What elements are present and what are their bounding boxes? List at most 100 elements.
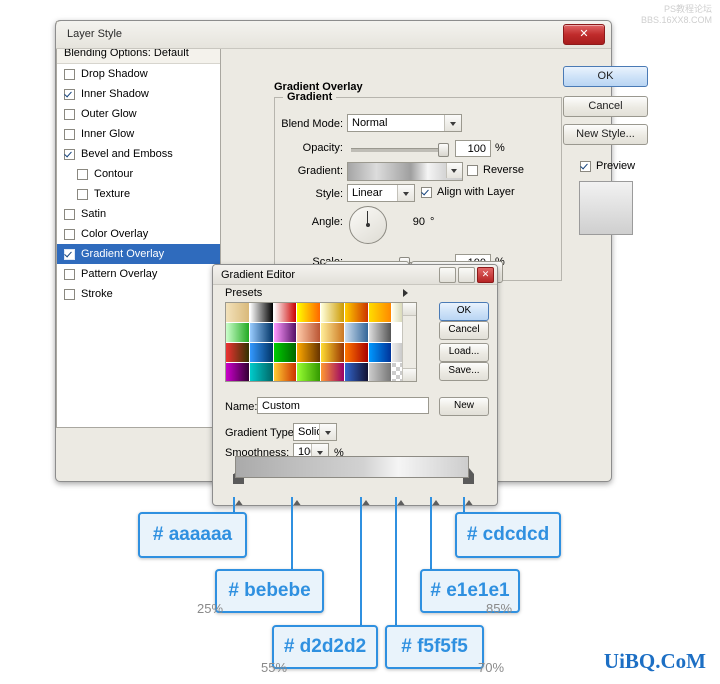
gradient-editor-cancel-button[interactable]: Cancel xyxy=(439,321,489,340)
preset-swatch[interactable] xyxy=(368,303,393,323)
presets-menu-icon[interactable] xyxy=(403,289,408,297)
preset-swatch[interactable] xyxy=(344,363,369,381)
angle-dial[interactable] xyxy=(349,206,387,244)
cancel-button[interactable]: Cancel xyxy=(563,96,648,117)
scroll-down-icon[interactable] xyxy=(403,368,416,381)
preset-swatch[interactable] xyxy=(321,323,345,343)
checkbox-icon[interactable] xyxy=(64,208,75,220)
effect-row-inner-shadow[interactable]: Inner Shadow xyxy=(57,84,220,104)
effect-row-stroke[interactable]: Stroke xyxy=(57,284,220,304)
checkbox-icon[interactable] xyxy=(64,288,75,300)
styles-list[interactable]: Styles Blending Options: Default Drop Sh… xyxy=(56,21,221,428)
ok-button[interactable]: OK xyxy=(563,66,648,87)
preset-swatch[interactable] xyxy=(368,323,393,343)
preset-swatch[interactable] xyxy=(273,363,298,381)
save-button[interactable]: Save... xyxy=(439,362,489,381)
blend-mode-label: Blend Mode: xyxy=(281,118,343,130)
presets-grid[interactable] xyxy=(225,302,417,382)
checkbox-icon[interactable] xyxy=(64,248,75,260)
minimize-icon[interactable] xyxy=(439,267,456,283)
gradient-editor-titlebar[interactable]: Gradient Editor ✕ xyxy=(213,265,497,285)
effect-row-pattern-overlay[interactable]: Pattern Overlay xyxy=(57,264,220,284)
load-button[interactable]: Load... xyxy=(439,343,489,362)
effect-row-satin[interactable]: Satin xyxy=(57,204,220,224)
checkbox-icon[interactable] xyxy=(64,228,75,240)
preset-swatch[interactable] xyxy=(321,303,345,323)
layer-style-titlebar[interactable]: Layer Style ✕ xyxy=(56,21,611,49)
preset-swatch[interactable] xyxy=(273,303,298,323)
preset-swatch[interactable] xyxy=(368,343,393,363)
presets-scrollbar[interactable] xyxy=(402,303,416,381)
preset-swatch[interactable] xyxy=(249,343,274,363)
effect-row-inner-glow[interactable]: Inner Glow xyxy=(57,124,220,144)
checkbox-icon[interactable] xyxy=(64,88,75,100)
preset-swatch[interactable] xyxy=(297,303,321,323)
preset-swatch[interactable] xyxy=(226,343,250,363)
new-style-button[interactable]: New Style... xyxy=(563,124,648,145)
gradient-editor-ok-button[interactable]: OK xyxy=(439,302,489,321)
effect-row-gradient-overlay[interactable]: Gradient Overlay xyxy=(57,244,220,264)
preset-swatch[interactable] xyxy=(344,323,369,343)
preset-swatch[interactable] xyxy=(297,323,321,343)
angle-value[interactable]: 90 xyxy=(395,216,425,228)
preset-swatch[interactable] xyxy=(368,363,393,381)
preset-swatch[interactable] xyxy=(273,343,298,363)
opacity-slider-thumb[interactable] xyxy=(438,143,449,157)
checkbox-icon[interactable] xyxy=(64,128,75,140)
blend-mode-select[interactable]: Normal xyxy=(347,114,462,132)
preset-swatch[interactable] xyxy=(297,363,321,381)
effect-row-texture[interactable]: Texture xyxy=(57,184,220,204)
checkbox-icon[interactable] xyxy=(77,188,88,200)
checkbox-icon[interactable] xyxy=(64,108,75,120)
chevron-down-icon[interactable] xyxy=(446,163,462,178)
new-button[interactable]: New xyxy=(439,397,489,416)
gradient-strip[interactable] xyxy=(235,456,469,478)
effect-row-drop-shadow[interactable]: Drop Shadow xyxy=(57,64,220,84)
align-with-layer-checkbox[interactable]: Align with Layer xyxy=(421,186,515,198)
effect-row-bevel-and-emboss[interactable]: Bevel and Emboss xyxy=(57,144,220,164)
chevron-down-icon[interactable] xyxy=(444,115,461,131)
effect-row-contour[interactable]: Contour xyxy=(57,164,220,184)
close-icon[interactable]: ✕ xyxy=(477,267,494,283)
checkbox-icon[interactable] xyxy=(64,148,75,160)
layer-style-title: Layer Style xyxy=(67,28,123,40)
effect-row-outer-glow[interactable]: Outer Glow xyxy=(57,104,220,124)
checkbox-icon[interactable] xyxy=(64,268,75,280)
preset-swatch[interactable] xyxy=(226,303,250,323)
preset-swatch[interactable] xyxy=(226,323,250,343)
gradient-type-select[interactable]: Solid xyxy=(293,423,337,441)
effect-row-color-overlay[interactable]: Color Overlay xyxy=(57,224,220,244)
opacity-slider-track[interactable] xyxy=(351,148,445,152)
preset-swatch[interactable] xyxy=(344,303,369,323)
preset-swatch[interactable] xyxy=(297,343,321,363)
checkbox-icon[interactable] xyxy=(467,164,478,176)
preview-checkbox[interactable]: Preview xyxy=(580,160,635,172)
effect-label: Stroke xyxy=(81,288,113,300)
gradient-preview-swatch[interactable] xyxy=(347,162,463,181)
preset-swatch[interactable] xyxy=(273,323,298,343)
effect-label: Inner Glow xyxy=(81,128,135,140)
preset-swatch[interactable] xyxy=(249,363,274,381)
maximize-icon[interactable] xyxy=(458,267,475,283)
style-select[interactable]: Linear xyxy=(347,184,415,202)
chevron-down-icon[interactable] xyxy=(319,424,336,440)
checkbox-icon[interactable] xyxy=(64,68,75,80)
chevron-down-icon[interactable] xyxy=(397,185,414,201)
checkbox-icon[interactable] xyxy=(77,168,88,180)
close-icon[interactable]: ✕ xyxy=(563,24,605,45)
preset-swatch[interactable] xyxy=(321,363,345,381)
preset-swatch[interactable] xyxy=(249,303,274,323)
checkbox-icon[interactable] xyxy=(580,160,591,172)
preset-swatch[interactable] xyxy=(226,363,250,381)
checkbox-icon[interactable] xyxy=(421,186,432,198)
opacity-input[interactable]: 100 xyxy=(455,140,491,157)
preset-swatch[interactable] xyxy=(249,323,274,343)
effect-label: Texture xyxy=(94,188,131,200)
preset-swatch[interactable] xyxy=(321,343,345,363)
callout-bebebe: # bebebe xyxy=(215,569,324,613)
scroll-up-icon[interactable] xyxy=(403,303,416,316)
reverse-checkbox[interactable]: Reverse xyxy=(467,164,524,176)
presets-swatches[interactable] xyxy=(226,303,416,381)
name-input[interactable]: Custom xyxy=(257,397,429,414)
preset-swatch[interactable] xyxy=(344,343,369,363)
